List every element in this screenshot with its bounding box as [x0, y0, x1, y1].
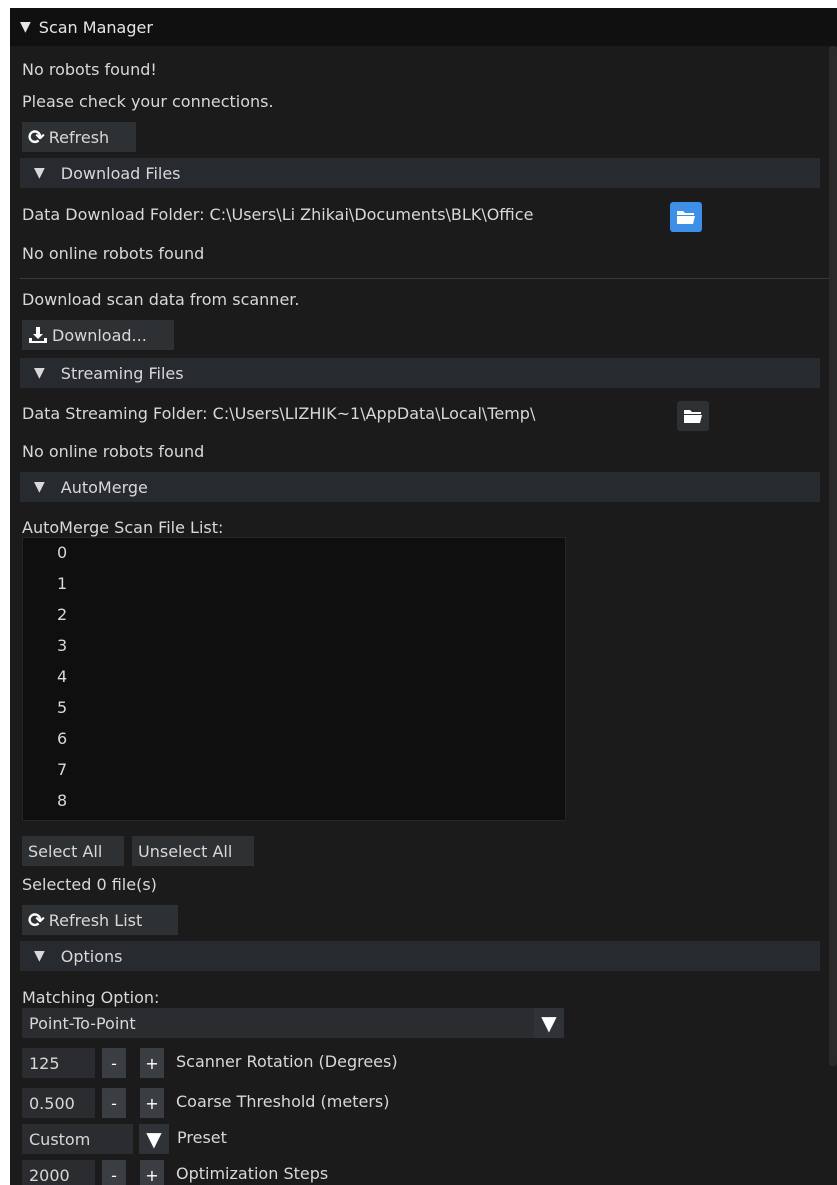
list-item[interactable]: 3: [57, 636, 67, 655]
optimization-increment-button[interactable]: +: [140, 1160, 164, 1185]
list-item[interactable]: 2: [57, 605, 67, 624]
rotation-increment-button[interactable]: +: [140, 1048, 164, 1078]
optimization-steps-input[interactable]: 2000: [22, 1160, 95, 1185]
streaming-folder-path: Data Streaming Folder: C:\Users\LIZHIK~1…: [22, 404, 536, 423]
folder-icon: [684, 410, 702, 423]
collapse-triangle-icon: ▼: [34, 948, 45, 964]
select-all-button[interactable]: Select All: [22, 836, 124, 866]
scan-manager-window: ▼ Scan Manager No robots found! Please c…: [10, 8, 837, 1185]
section-title: AutoMerge: [60, 477, 148, 497]
section-automerge[interactable]: ▼ AutoMerge: [20, 472, 820, 502]
list-item[interactable]: 5: [57, 698, 67, 717]
list-item[interactable]: 0: [57, 543, 67, 562]
window-title: Scan Manager: [38, 17, 153, 37]
chevron-down-icon[interactable]: ▼: [139, 1124, 169, 1154]
vertical-scrollbar[interactable]: [829, 46, 837, 1066]
list-item[interactable]: 7: [57, 760, 67, 779]
rotation-decrement-button[interactable]: -: [102, 1048, 126, 1078]
coarse-threshold-input[interactable]: 0.500: [22, 1088, 95, 1118]
download-status: No online robots found: [22, 244, 205, 263]
section-download-files[interactable]: ▼ Download Files: [20, 158, 820, 188]
section-streaming-files[interactable]: ▼ Streaming Files: [20, 358, 820, 388]
download-label: Download...: [52, 325, 147, 345]
refresh-icon: ⟳: [28, 908, 45, 932]
window-titlebar[interactable]: ▼ Scan Manager: [10, 8, 837, 46]
list-item[interactable]: 4: [57, 667, 67, 686]
preset-dropdown[interactable]: Custom: [22, 1124, 133, 1154]
section-options[interactable]: ▼ Options: [20, 941, 820, 971]
section-title: Download Files: [60, 163, 181, 183]
list-item[interactable]: 1: [57, 574, 67, 593]
coarse-decrement-button[interactable]: -: [102, 1088, 126, 1118]
collapse-triangle-icon[interactable]: ▼: [20, 19, 31, 35]
coarse-increment-button[interactable]: +: [140, 1088, 164, 1118]
chevron-down-icon[interactable]: ▼: [534, 1008, 564, 1038]
optimization-decrement-button[interactable]: -: [102, 1160, 126, 1185]
selected-count: Selected 0 file(s): [22, 875, 157, 894]
refresh-list-button[interactable]: ⟳ Refresh List: [22, 905, 178, 935]
streaming-status: No online robots found: [22, 442, 205, 461]
matching-option-label: Matching Option:: [22, 988, 160, 1007]
refresh-icon: ⟳: [28, 125, 45, 149]
folder-icon: [677, 211, 695, 224]
check-connections-text: Please check your connections.: [22, 92, 274, 111]
streaming-folder-button[interactable]: [677, 401, 709, 431]
refresh-label: Refresh: [48, 127, 110, 147]
download-folder-path: Data Download Folder: C:\Users\Li Zhikai…: [22, 205, 534, 224]
preset-label: Preset: [177, 1128, 227, 1147]
dropdown-value: Point-To-Point: [29, 1013, 136, 1033]
list-item[interactable]: 8: [57, 791, 67, 810]
rotation-input[interactable]: 125: [22, 1048, 95, 1078]
download-button[interactable]: Download...: [22, 320, 174, 350]
section-title: Options: [60, 946, 123, 966]
no-robots-text: No robots found!: [22, 60, 157, 79]
refresh-button[interactable]: ⟳ Refresh: [22, 122, 136, 152]
collapse-triangle-icon: ▼: [34, 365, 45, 381]
coarse-threshold-label: Coarse Threshold (meters): [176, 1092, 390, 1111]
download-icon: [29, 327, 47, 343]
matching-option-dropdown[interactable]: Point-To-Point ▼: [22, 1008, 564, 1038]
section-title: Streaming Files: [60, 363, 184, 383]
download-description: Download scan data from scanner.: [22, 290, 300, 309]
list-item[interactable]: 6: [57, 729, 67, 748]
rotation-label: Scanner Rotation (Degrees): [176, 1052, 398, 1071]
automerge-file-list[interactable]: 0 1 2 3 4 5 6 7 8: [22, 537, 566, 821]
refresh-list-label: Refresh List: [48, 910, 143, 930]
collapse-triangle-icon: ▼: [34, 165, 45, 181]
optimization-steps-label: Optimization Steps: [176, 1164, 329, 1183]
preset-value: Custom: [29, 1129, 91, 1149]
separator: [20, 278, 830, 279]
download-folder-button[interactable]: [670, 202, 702, 232]
collapse-triangle-icon: ▼: [34, 479, 45, 495]
automerge-list-label: AutoMerge Scan File List:: [22, 518, 224, 537]
unselect-all-button[interactable]: Unselect All: [132, 836, 254, 866]
